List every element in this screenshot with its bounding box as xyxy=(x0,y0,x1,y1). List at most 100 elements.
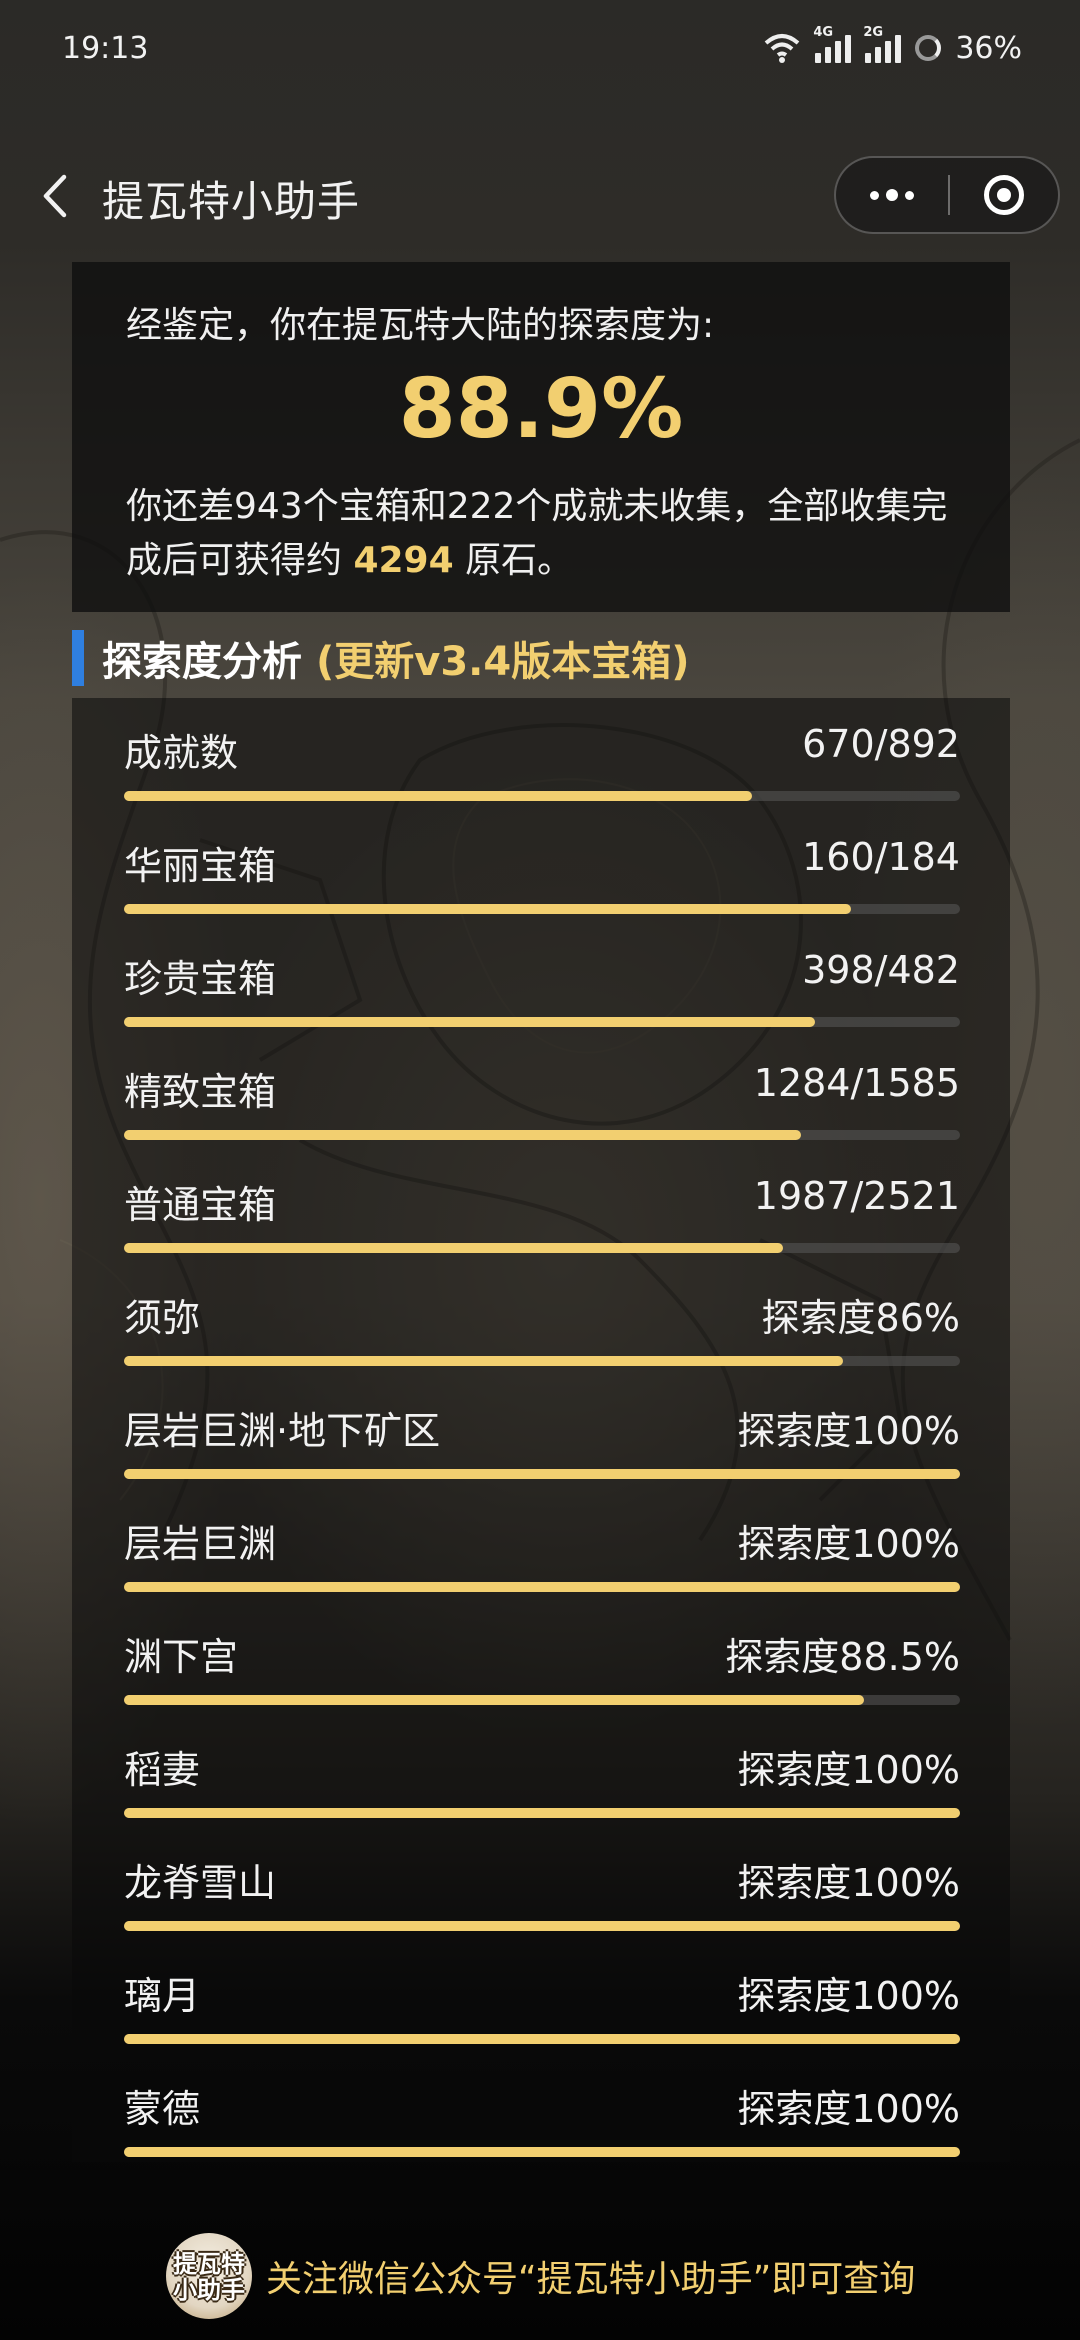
stat-value: 探索度100% xyxy=(737,2087,960,2131)
primogem-count: 4294 xyxy=(353,540,454,581)
progress-bar-track xyxy=(124,1130,960,1140)
stat-row: 龙脊雪山 探索度100% xyxy=(124,1828,960,1941)
summary-desc-part2: 原石。 xyxy=(453,540,574,581)
progress-bar-track xyxy=(124,1017,960,1027)
stat-row: 渊下宫 探索度88.5% xyxy=(124,1602,960,1715)
progress-bar-track xyxy=(124,1808,960,1818)
stat-value: 670/892 xyxy=(802,722,960,766)
target-circle-icon xyxy=(984,175,1024,215)
progress-bar-track xyxy=(124,1469,960,1479)
signal2-tag: 2G xyxy=(863,25,884,40)
progress-bar-track xyxy=(124,1243,960,1253)
progress-bar-fill xyxy=(124,904,852,914)
progress-bar-fill xyxy=(124,1921,960,1931)
section-title: 探索度分析 xyxy=(102,639,302,685)
summary-intro: 经鉴定，你在提瓦特大陆的探索度为: xyxy=(126,305,715,346)
stat-row: 珍贵宝箱 398/482 xyxy=(124,924,960,1037)
progress-bar-track xyxy=(124,2034,960,2044)
stat-value: 160/184 xyxy=(802,835,960,879)
stat-value: 398/482 xyxy=(802,948,960,992)
progress-bar-fill xyxy=(124,1356,843,1366)
logo-text-line2: 小助手 xyxy=(173,2276,245,2304)
progress-bar-fill xyxy=(124,1469,960,1479)
progress-bar-fill xyxy=(124,2147,960,2157)
stat-row: 层岩巨渊 探索度100% xyxy=(124,1489,960,1602)
progress-bar-fill xyxy=(124,1243,783,1253)
stat-label: 须弥 xyxy=(124,1296,201,1340)
stat-label: 渊下宫 xyxy=(124,1635,239,1679)
close-mini-program-button[interactable] xyxy=(950,158,1058,232)
stat-label: 层岩巨渊 xyxy=(124,1522,277,1566)
stat-value: 探索度100% xyxy=(737,1974,960,2018)
stat-row: 普通宝箱 1987/2521 xyxy=(124,1150,960,1263)
footer-text: 关注微信公众号“提瓦特小助手”即可查询 xyxy=(266,2259,916,2300)
status-time: 19:13 xyxy=(62,30,149,66)
stat-value: 探索度100% xyxy=(737,1522,960,1566)
progress-bar-fill xyxy=(124,1130,802,1140)
progress-bar-track xyxy=(124,1695,960,1705)
stat-label: 龙脊雪山 xyxy=(124,1861,277,1905)
progress-bar-track xyxy=(124,1582,960,1592)
signal1-tag: 4G xyxy=(813,25,834,40)
exploration-stats-list: 成就数 670/892 华丽宝箱 160/184 珍贵宝箱 398/482 精致宝箱 1284… xyxy=(72,698,1010,2162)
summary-description: 你还差943个宝箱和222个成就未收集，全部收集完成后可获得约 4294 原石。 xyxy=(126,480,966,588)
stat-row: 璃月 探索度100% xyxy=(124,1941,960,2054)
more-options-button[interactable] xyxy=(836,158,948,232)
stat-label: 普通宝箱 xyxy=(124,1183,277,1227)
page-title: 提瓦特小助手 xyxy=(102,177,361,226)
section-accent-bar xyxy=(72,630,84,686)
footer-follow-hint[interactable]: 提瓦特 小助手 关注微信公众号“提瓦特小助手”即可查询 xyxy=(166,2232,915,2320)
more-dot-icon xyxy=(886,189,898,201)
wifi-icon xyxy=(764,34,800,63)
stat-row: 华丽宝箱 160/184 xyxy=(124,811,960,924)
mini-program-capsule xyxy=(834,156,1060,234)
stat-value: 探索度100% xyxy=(737,1861,960,1905)
chevron-left-icon xyxy=(43,174,67,218)
stat-value: 探索度100% xyxy=(737,1409,960,1453)
progress-bar-fill xyxy=(124,1808,960,1818)
signal-icon-sim1: 4G xyxy=(813,25,852,63)
progress-bar-fill xyxy=(124,1582,960,1592)
more-dot-icon xyxy=(905,190,914,200)
stat-label: 蒙德 xyxy=(124,2087,201,2131)
stat-row: 蒙德 探索度100% xyxy=(124,2054,960,2167)
stat-row: 成就数 670/892 xyxy=(124,698,960,811)
stat-label: 璃月 xyxy=(124,1974,201,2018)
nav-bar: 提瓦特小助手 xyxy=(0,140,1080,250)
progress-bar-fill xyxy=(124,1695,864,1705)
stat-value: 1284/1585 xyxy=(753,1061,960,1105)
progress-bar-track xyxy=(124,1356,960,1366)
progress-bar-track xyxy=(124,791,960,801)
stat-row: 稻妻 探索度100% xyxy=(124,1715,960,1828)
stat-row: 须弥 探索度86% xyxy=(124,1263,960,1376)
stat-label: 稻妻 xyxy=(124,1748,201,1792)
progress-bar-fill xyxy=(124,1017,815,1027)
logo-text-line1: 提瓦特 xyxy=(173,2250,245,2278)
stat-label: 精致宝箱 xyxy=(124,1070,277,1114)
stat-value: 探索度88.5% xyxy=(725,1635,960,1679)
section-version-note: (更新v3.4版本宝箱) xyxy=(316,639,690,685)
section-header: 探索度分析 (更新v3.4版本宝箱) xyxy=(72,628,690,688)
status-bar: 19:13 4G 2G 36% xyxy=(0,0,1080,96)
progress-bar-track xyxy=(124,1921,960,1931)
app-logo-avatar: 提瓦特 小助手 xyxy=(166,2233,252,2319)
stat-row: 精致宝箱 1284/1585 xyxy=(124,1037,960,1150)
stat-label: 珍贵宝箱 xyxy=(124,957,277,1001)
back-button[interactable] xyxy=(30,168,80,224)
progress-bar-track xyxy=(124,904,960,914)
progress-bar-fill xyxy=(124,791,752,801)
stat-label: 层岩巨渊·地下矿区 xyxy=(124,1409,441,1453)
stat-value: 探索度100% xyxy=(737,1748,960,1792)
signal-icon-sim2: 2G xyxy=(863,25,902,63)
stat-value: 探索度86% xyxy=(761,1296,960,1340)
total-exploration-percent: 88.9% xyxy=(398,362,684,457)
stat-row: 层岩巨渊·地下矿区 探索度100% xyxy=(124,1376,960,1489)
exploration-summary-card: 经鉴定，你在提瓦特大陆的探索度为: 88.9% 你还差943个宝箱和222个成就… xyxy=(72,262,1010,612)
stat-value: 1987/2521 xyxy=(753,1174,960,1218)
progress-bar-fill xyxy=(124,2034,960,2044)
status-icons: 4G 2G 36% xyxy=(763,25,1022,66)
progress-bar-track xyxy=(124,2147,960,2157)
battery-percent: 36% xyxy=(955,30,1022,66)
more-dot-icon xyxy=(870,190,879,200)
stat-label: 华丽宝箱 xyxy=(124,844,277,888)
